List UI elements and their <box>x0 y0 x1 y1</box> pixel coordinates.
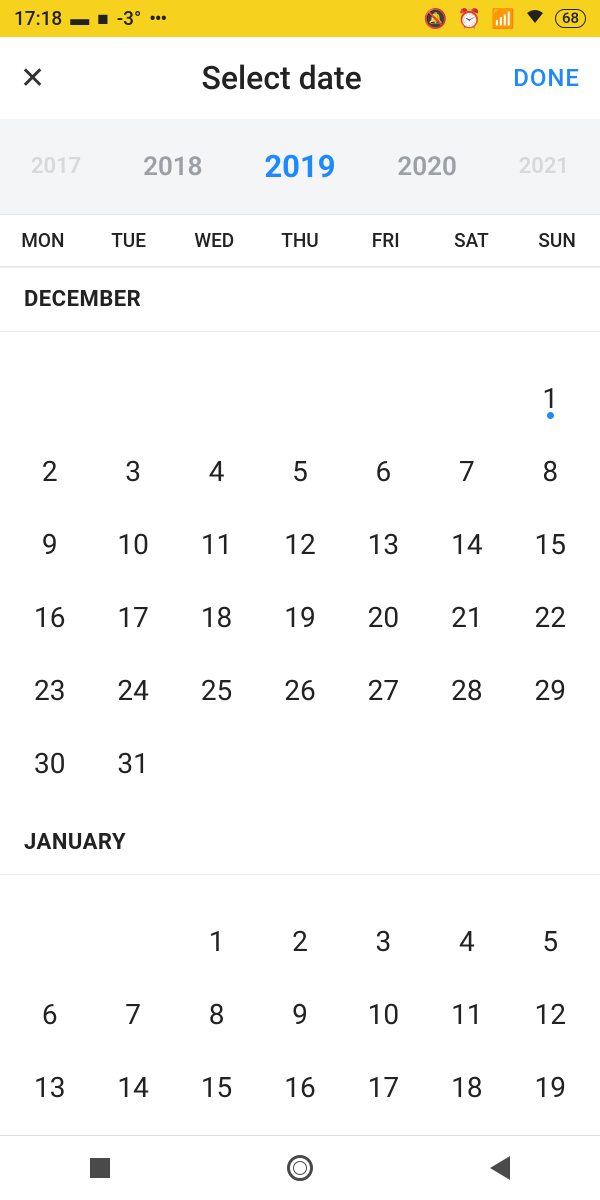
day-december-9[interactable]: 9 <box>8 508 91 581</box>
day-december-17[interactable]: 17 <box>91 581 174 654</box>
home-icon[interactable] <box>287 1155 313 1181</box>
day-january-11[interactable]: 11 <box>425 978 508 1051</box>
day-january-5[interactable]: 5 <box>509 905 592 978</box>
day-january-16[interactable]: 16 <box>258 1051 341 1124</box>
day-january-4[interactable]: 4 <box>425 905 508 978</box>
android-nav-bar <box>0 1135 600 1200</box>
sms-icon: ▬ <box>70 7 89 31</box>
year-2017[interactable]: 2017 <box>31 154 81 179</box>
weekday-thu: THU <box>257 229 343 252</box>
day-december-31[interactable]: 31 <box>91 727 174 800</box>
weekday-tue: TUE <box>86 229 172 252</box>
day-december-16[interactable]: 16 <box>8 581 91 654</box>
day-december-28[interactable]: 28 <box>425 654 508 727</box>
year-2019[interactable]: 2019 <box>264 148 335 185</box>
weekday-sat: SAT <box>429 229 515 252</box>
status-temp: -3° <box>117 7 142 30</box>
day-december-13[interactable]: 13 <box>342 508 425 581</box>
empty-cell <box>425 362 508 435</box>
day-december-4[interactable]: 4 <box>175 435 258 508</box>
year-2020[interactable]: 2020 <box>397 152 456 182</box>
day-january-14[interactable]: 14 <box>91 1051 174 1124</box>
day-january-3[interactable]: 3 <box>342 905 425 978</box>
day-december-14[interactable]: 14 <box>425 508 508 581</box>
day-january-12[interactable]: 12 <box>509 978 592 1051</box>
day-december-10[interactable]: 10 <box>91 508 174 581</box>
day-december-23[interactable]: 23 <box>8 654 91 727</box>
year-picker[interactable]: 2017 2018 2019 2020 2021 <box>0 119 600 215</box>
day-january-10[interactable]: 10 <box>342 978 425 1051</box>
day-december-29[interactable]: 29 <box>509 654 592 727</box>
day-december-21[interactable]: 21 <box>425 581 508 654</box>
day-december-6[interactable]: 6 <box>342 435 425 508</box>
day-december-3[interactable]: 3 <box>91 435 174 508</box>
weekday-wed: WED <box>171 229 257 252</box>
day-january-15[interactable]: 15 <box>175 1051 258 1124</box>
day-january-8[interactable]: 8 <box>175 978 258 1051</box>
back-icon[interactable] <box>487 1155 513 1181</box>
empty-cell <box>175 362 258 435</box>
day-december-25[interactable]: 25 <box>175 654 258 727</box>
empty-cell <box>8 362 91 435</box>
day-december-24[interactable]: 24 <box>91 654 174 727</box>
day-december-1[interactable]: 1 <box>509 362 592 435</box>
weekday-sun: SUN <box>514 229 600 252</box>
month-label-december: DECEMBER <box>0 267 600 332</box>
day-january-18[interactable]: 18 <box>425 1051 508 1124</box>
dnd-icon: 🔕 <box>424 7 448 30</box>
wifi-icon <box>525 7 545 30</box>
day-december-26[interactable]: 26 <box>258 654 341 727</box>
empty-cell <box>8 905 91 978</box>
done-button[interactable]: DONE <box>513 64 580 92</box>
day-december-18[interactable]: 18 <box>175 581 258 654</box>
day-january-6[interactable]: 6 <box>8 978 91 1051</box>
empty-cell <box>258 362 341 435</box>
day-january-13[interactable]: 13 <box>8 1051 91 1124</box>
header: ✕ Select date DONE <box>0 37 600 119</box>
video-icon: ■ <box>97 7 108 31</box>
more-icon: ••• <box>149 7 166 30</box>
empty-cell <box>91 362 174 435</box>
day-january-2[interactable]: 2 <box>258 905 341 978</box>
days-grid-december: 1234567891011121314151617181920212223242… <box>0 332 600 810</box>
weekday-fri: FRI <box>343 229 429 252</box>
day-december-5[interactable]: 5 <box>258 435 341 508</box>
page-title: Select date <box>50 59 513 97</box>
day-january-9[interactable]: 9 <box>258 978 341 1051</box>
day-december-20[interactable]: 20 <box>342 581 425 654</box>
day-december-12[interactable]: 12 <box>258 508 341 581</box>
recent-apps-icon[interactable] <box>87 1155 113 1181</box>
weekday-header: MONTUEWEDTHUFRISATSUN <box>0 215 600 267</box>
day-january-1[interactable]: 1 <box>175 905 258 978</box>
day-january-7[interactable]: 7 <box>91 978 174 1051</box>
weekday-mon: MON <box>0 229 86 252</box>
year-2021[interactable]: 2021 <box>519 154 569 179</box>
calendar-scroll[interactable]: DECEMBER12345678910111213141516171819202… <box>0 267 600 1195</box>
empty-cell <box>342 362 425 435</box>
day-december-8[interactable]: 8 <box>509 435 592 508</box>
status-time: 17:18 <box>14 7 62 30</box>
day-december-15[interactable]: 15 <box>509 508 592 581</box>
year-2018[interactable]: 2018 <box>143 152 202 182</box>
signal-icon: 📶 <box>491 7 515 30</box>
battery-level: 68 <box>555 9 586 28</box>
status-bar: 17:18 ▬ ■ -3° ••• 🔕 ⏰ 📶 68 <box>0 0 600 37</box>
alarm-icon: ⏰ <box>458 7 482 30</box>
empty-cell <box>91 905 174 978</box>
day-december-27[interactable]: 27 <box>342 654 425 727</box>
day-december-2[interactable]: 2 <box>8 435 91 508</box>
day-december-30[interactable]: 30 <box>8 727 91 800</box>
day-december-7[interactable]: 7 <box>425 435 508 508</box>
day-january-17[interactable]: 17 <box>342 1051 425 1124</box>
day-december-22[interactable]: 22 <box>509 581 592 654</box>
day-december-19[interactable]: 19 <box>258 581 341 654</box>
day-december-11[interactable]: 11 <box>175 508 258 581</box>
day-january-19[interactable]: 19 <box>509 1051 592 1124</box>
month-label-january: JANUARY <box>0 810 600 875</box>
